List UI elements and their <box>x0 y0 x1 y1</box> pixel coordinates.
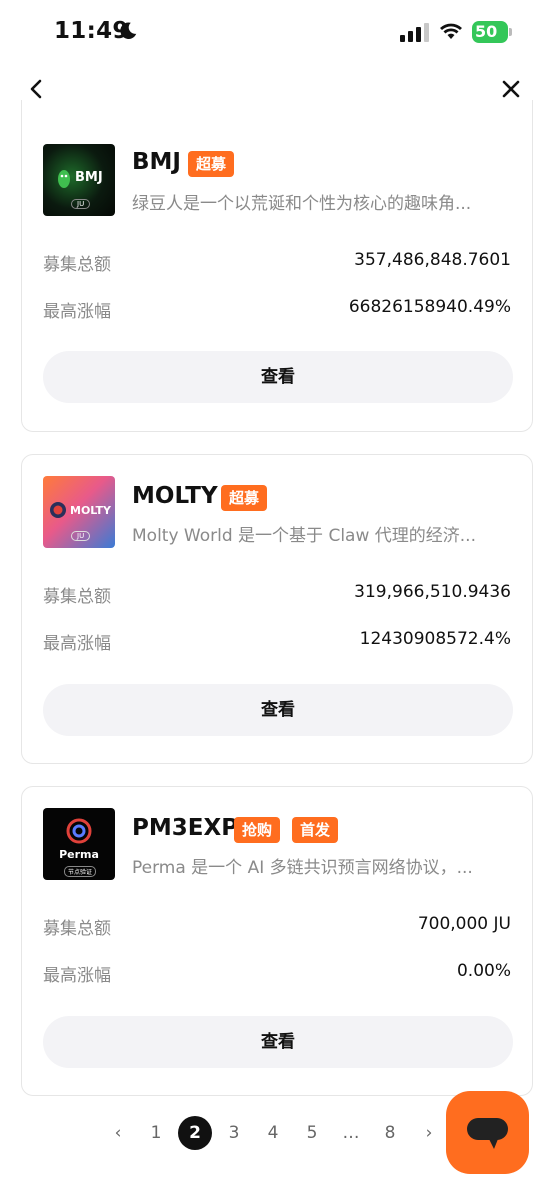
raised-value: 357,486,848.7601 <box>354 250 511 270</box>
battery-tip <box>509 28 512 36</box>
logo-sub: 节点验证 <box>64 866 97 877</box>
page-3[interactable]: 3 <box>217 1116 251 1150</box>
status-bar: 11:49 50 <box>0 0 555 66</box>
close-icon[interactable] <box>500 78 522 100</box>
max-gain-label: 最高涨幅 <box>43 302 111 322</box>
chat-icon <box>467 1118 508 1149</box>
battery-indicator: 50 <box>472 21 508 43</box>
raised-label: 募集总额 <box>43 919 111 939</box>
logo-text: MOLTY <box>70 504 111 517</box>
badge-oversubscribed: 超募 <box>221 485 268 511</box>
page-5[interactable]: 5 <box>295 1116 329 1150</box>
page-1[interactable]: 1 <box>139 1116 173 1150</box>
project-card: MOLTY JU MOLTY 超募 Molty World 是一个基于 Claw… <box>21 454 533 764</box>
page-8[interactable]: 8 <box>373 1116 407 1150</box>
project-card: Perma 节点验证 PM3EXP 抢购 首发 Perma 是一个 AI 多链共… <box>21 786 533 1096</box>
project-logo[interactable]: BMJ JU <box>43 144 115 216</box>
logo-sub: JU <box>71 531 91 541</box>
raised-value: 700,000 JU <box>417 914 511 934</box>
max-gain-label: 最高涨幅 <box>43 966 111 986</box>
view-button[interactable]: 查看 <box>43 684 513 736</box>
project-card: BMJ JU BMJ 超募 绿豆人是一个以荒诞和个性为核心的趣味角... 募集总… <box>21 100 533 432</box>
project-logo[interactable]: MOLTY JU <box>43 476 115 548</box>
project-logo[interactable]: Perma 节点验证 <box>43 808 115 880</box>
perma-logo-icon <box>66 818 92 844</box>
moon-icon <box>120 22 137 39</box>
logo-text: BMJ <box>75 170 103 185</box>
page-4[interactable]: 4 <box>256 1116 290 1150</box>
badge-debut: 首发 <box>292 817 339 843</box>
project-name: PM3EXP <box>132 815 239 841</box>
battery-level: 50 <box>475 22 498 41</box>
badge-oversubscribed: 超募 <box>188 151 235 177</box>
project-name: MOLTY <box>132 483 218 509</box>
badge-flash-sale: 抢购 <box>234 817 281 843</box>
raised-label: 募集总额 <box>43 587 111 607</box>
max-gain-value: 12430908572.4% <box>359 629 511 649</box>
project-description: Perma 是一个 AI 多链共识预言网络协议，... <box>132 858 473 878</box>
page-ellipsis: … <box>342 1123 360 1143</box>
max-gain-value: 66826158940.49% <box>348 297 511 317</box>
signal-icon <box>400 23 429 42</box>
view-button[interactable]: 查看 <box>43 1016 513 1068</box>
prev-page-button[interactable]: ‹ <box>101 1116 135 1150</box>
page-2-current[interactable]: 2 <box>178 1116 212 1150</box>
project-name: BMJ <box>132 149 181 175</box>
logo-text: Perma <box>59 848 99 861</box>
bean-icon <box>58 170 70 188</box>
crab-icon <box>50 502 66 518</box>
next-page-button[interactable]: › <box>412 1116 446 1150</box>
logo-sub: JU <box>71 199 91 209</box>
chat-button[interactable] <box>446 1091 529 1174</box>
raised-label: 募集总额 <box>43 255 111 275</box>
max-gain-label: 最高涨幅 <box>43 634 111 654</box>
wifi-icon <box>440 23 462 39</box>
project-description: Molty World 是一个基于 Claw 代理的经济... <box>132 526 476 546</box>
view-button[interactable]: 查看 <box>43 351 513 403</box>
raised-value: 319,966,510.9436 <box>354 582 511 602</box>
max-gain-value: 0.00% <box>456 961 511 981</box>
back-icon[interactable] <box>26 78 48 100</box>
project-description: 绿豆人是一个以荒诞和个性为核心的趣味角... <box>132 194 472 214</box>
